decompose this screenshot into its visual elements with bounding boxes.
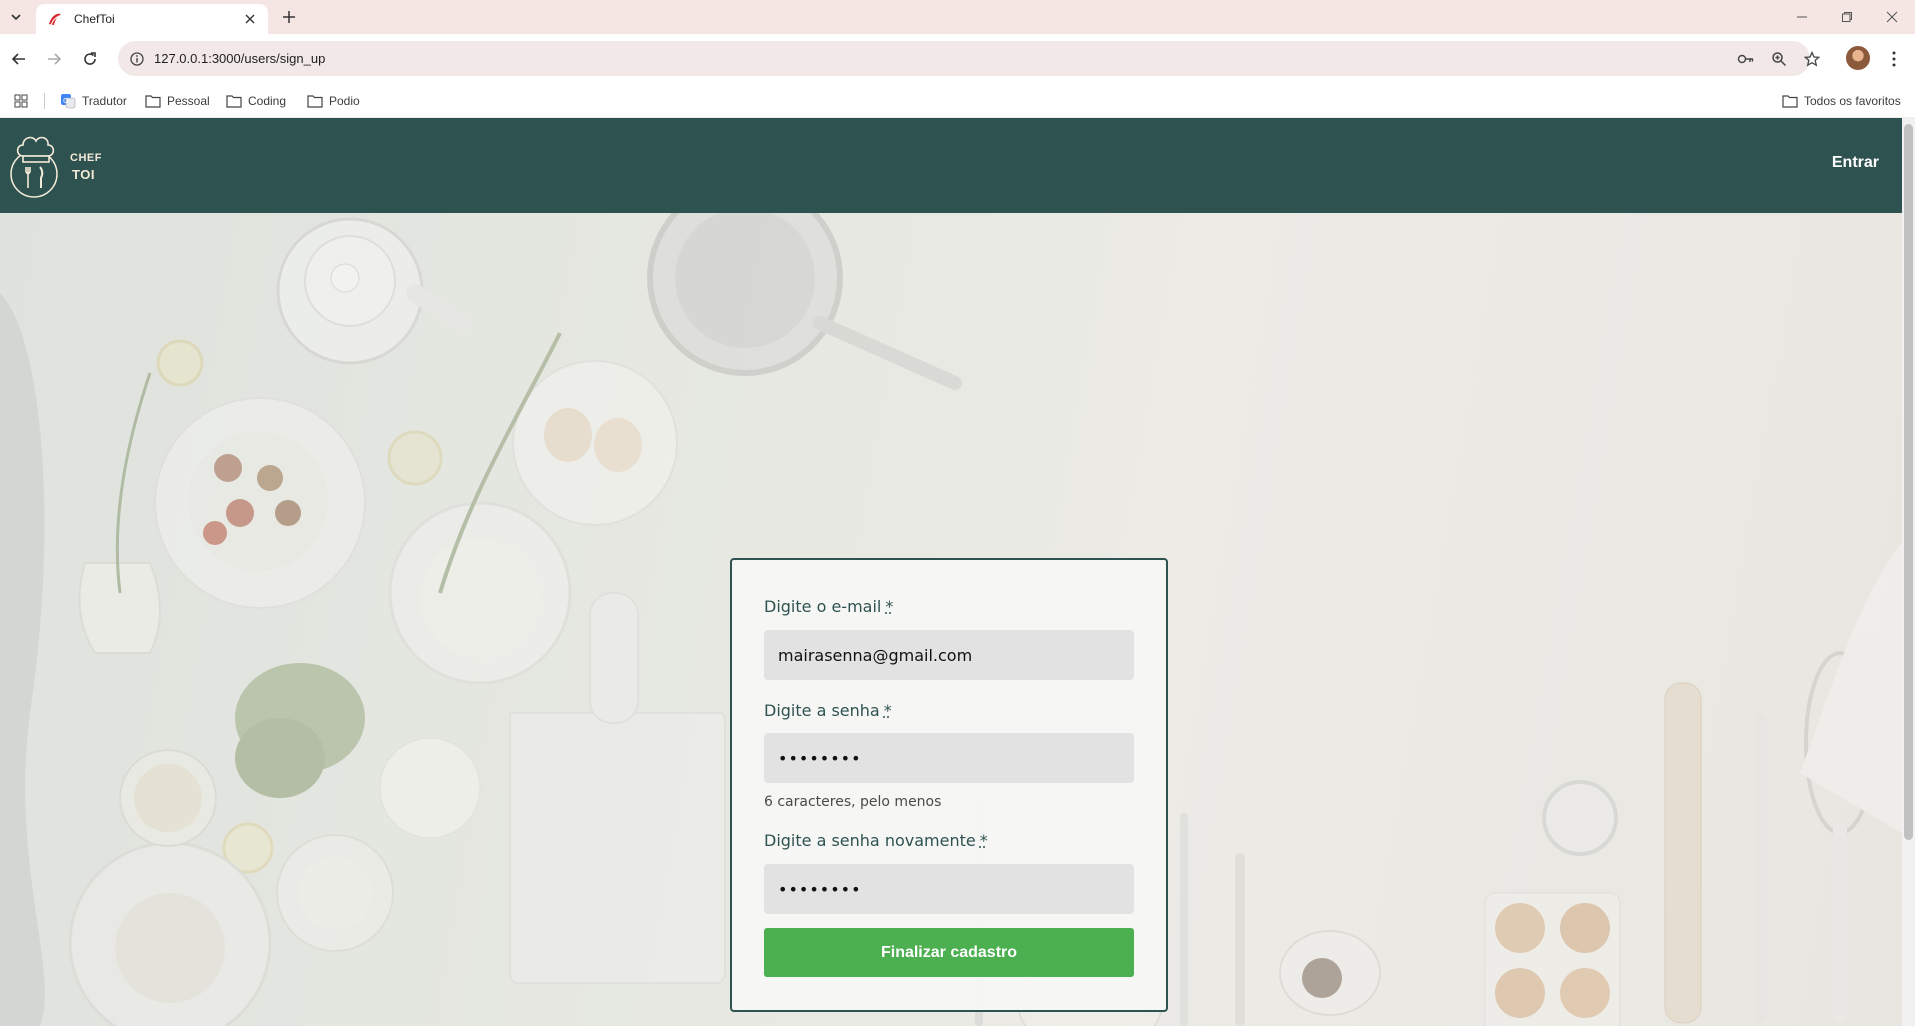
folder-icon [226,95,242,108]
required-marker: * [883,701,892,720]
hero-background: Digite o e-mail* Digite a senha* 6 carac… [0,213,1902,1026]
bookmark-label: Pessoal [167,94,210,108]
tab-title: ChefToi [74,12,115,26]
scrollbar-thumb[interactable] [1904,124,1913,840]
password-label: Digite a senha * [764,701,892,720]
password-confirm-field[interactable] [764,864,1134,914]
password-label-text: Digite a senha [764,701,880,720]
new-tab-plus-icon[interactable] [278,6,300,28]
all-bookmarks-folder[interactable]: Todos os favoritos [1782,91,1901,111]
browser-tabstrip: ChefToi [0,0,1915,34]
folder-icon [307,95,323,108]
bookmarks-bar: G Tradutor Pessoal Coding Podio Todos os… [0,83,1915,117]
password-field[interactable] [764,733,1134,783]
bookmarks-divider [44,93,45,109]
email-label-text: Digite o e-mail [764,597,882,616]
svg-text:G: G [63,97,68,105]
zoom-icon[interactable] [1769,49,1789,69]
bookmark-label: Coding [248,94,287,108]
reload-icon[interactable] [78,47,102,71]
all-bookmarks-label: Todos os favoritos [1804,94,1901,108]
web-page: CHEF TOI Entrar Digite o e-mail * mairas… [0,118,1902,1026]
browser-toolbar: 127.0.0.1:3000/users/sign_up [0,34,1915,86]
email-label: Digite o e-mail * [764,597,893,616]
cheftoi-logo[interactable]: CHEF TOI [8,130,101,200]
logo-text-toi: TOI [72,167,95,182]
browser-menu-icon[interactable] [1884,47,1904,71]
chef-hat-logo-icon [10,136,58,198]
restore-icon[interactable] [1827,4,1867,30]
password-key-icon[interactable] [1736,49,1756,69]
bookmark-star-icon[interactable] [1802,49,1822,69]
close-window-icon[interactable] [1872,4,1912,30]
bookmark-coding[interactable]: Coding [226,91,286,111]
minimize-icon[interactable] [1782,4,1822,30]
bookmark-label: Tradutor [82,94,127,108]
profile-avatar[interactable] [1846,46,1870,70]
apps-grid-icon[interactable] [14,91,34,111]
bookmark-podio[interactable]: Podio [307,91,360,111]
password-hint: 6 caracteres, pelo menos [764,794,942,810]
password-confirm-label: Digite a senha novamente * [764,831,988,850]
required-marker: * [885,597,894,616]
login-link[interactable]: Entrar [1832,154,1879,172]
bookmark-tradutor[interactable]: G Tradutor [60,91,127,111]
url-text: 127.0.0.1:3000/users/sign_up [154,51,326,66]
tab-search-chevron-icon[interactable] [4,5,28,29]
bookmark-pessoal[interactable]: Pessoal [145,91,210,111]
password-confirm-label-text: Digite a senha novamente [764,831,976,850]
required-marker: * [979,831,988,850]
tab-close-icon[interactable] [240,9,260,29]
forward-arrow-icon[interactable] [42,47,66,71]
address-bar[interactable]: 127.0.0.1:3000/users/sign_up [118,41,1820,76]
google-translate-icon: G [61,94,76,109]
browser-tab[interactable]: ChefToi [36,4,268,34]
site-navbar: CHEF TOI Entrar [0,118,1902,213]
email-field[interactable] [764,630,1134,680]
signup-form: Digite o e-mail* Digite a senha* 6 carac… [730,558,1168,1012]
bookmark-label: Podio [329,94,360,108]
site-info-icon[interactable] [128,50,146,68]
finalize-signup-button[interactable]: Finalizar cadastro [764,928,1134,977]
cheftoi-favicon-icon [46,10,64,28]
folder-icon [145,95,161,108]
folder-icon [1782,95,1798,108]
page-scrollbar[interactable] [1902,118,1915,1026]
logo-text-chef: CHEF [70,152,102,164]
back-arrow-icon[interactable] [7,47,31,71]
